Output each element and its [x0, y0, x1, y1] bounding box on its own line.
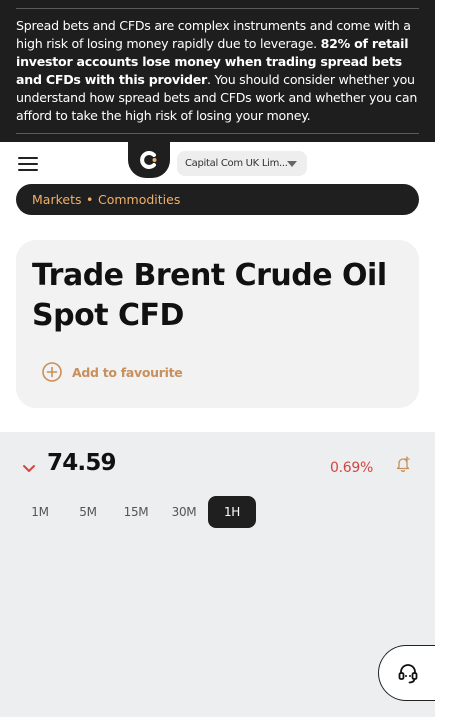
price-change: 0.69% [330, 460, 373, 476]
divider [16, 133, 419, 134]
breadcrumb-markets[interactable]: Markets [32, 184, 81, 215]
timeframe-5m[interactable]: 5M [64, 496, 112, 528]
divider [16, 8, 419, 9]
hamburger-menu-icon[interactable] [18, 157, 38, 171]
site-header: Capital Com UK Lim... [0, 142, 435, 184]
logo-mark-icon [140, 151, 157, 169]
add-to-favourite-label: Add to favourite [72, 365, 183, 380]
breadcrumb: Markets • Commodities [16, 184, 419, 215]
timeframe-15m[interactable]: 15M [112, 496, 160, 528]
support-button[interactable] [378, 645, 435, 701]
timeframe-30m[interactable]: 30M [160, 496, 208, 528]
risk-warning-banner: Spread bets and CFDs are complex instrum… [0, 0, 435, 142]
current-price: 74.59 [47, 450, 117, 476]
plus-circle-icon [42, 362, 62, 382]
timeframe-1h[interactable]: 1H [208, 496, 256, 528]
page-title: Trade Brent Crude Oil Spot CFD [32, 258, 387, 333]
bell-plus-icon[interactable] [396, 456, 410, 472]
price-panel: 74.59 0.69% 1M 5M 15M 30M 1H [0, 432, 435, 717]
timeframe-1m[interactable]: 1M [16, 496, 64, 528]
chevron-down-icon [23, 465, 35, 472]
breadcrumb-commodities[interactable]: Commodities [98, 184, 180, 215]
entity-selector[interactable]: Capital Com UK Lim... [177, 151, 307, 176]
risk-warning-text: Spread bets and CFDs are complex instrum… [16, 17, 419, 125]
entity-selector-label: Capital Com UK Lim... [185, 158, 288, 169]
capital-com-logo[interactable] [128, 142, 170, 178]
breadcrumb-separator: • [86, 192, 94, 207]
instrument-card: Trade Brent Crude Oil Spot CFD Add to fa… [16, 240, 419, 408]
chevron-down-icon [287, 161, 297, 167]
headset-icon [398, 664, 418, 684]
